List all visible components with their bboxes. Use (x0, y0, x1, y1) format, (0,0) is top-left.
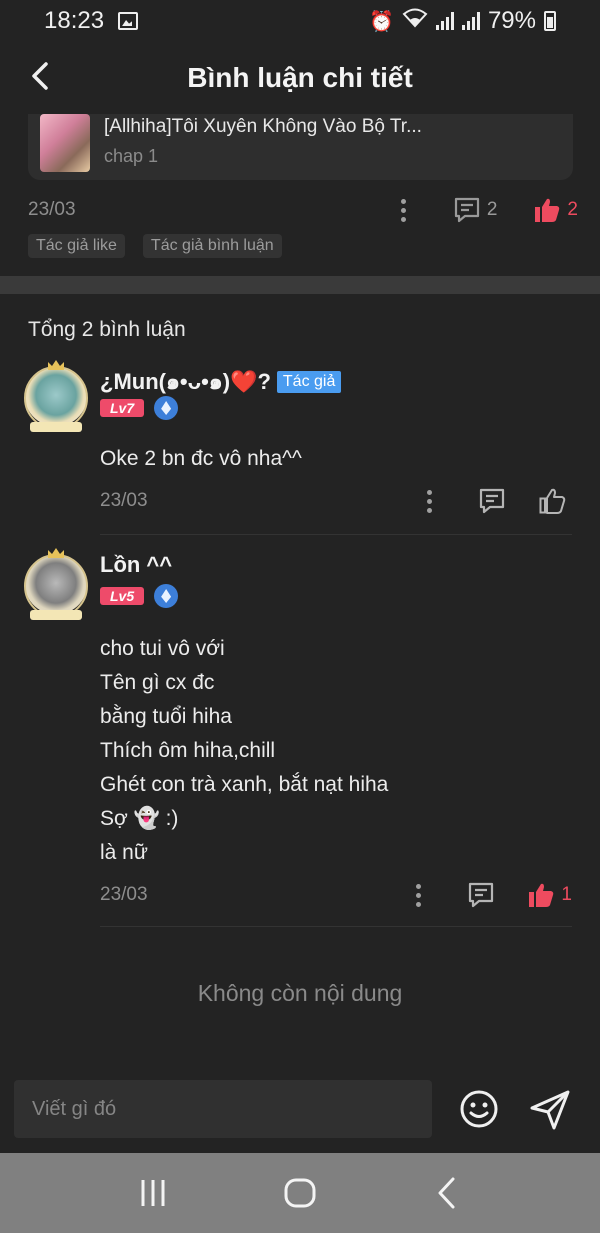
tag-author-comment: Tác giả bình luận (142, 234, 282, 258)
comment-line: Tên gì cx đc (100, 671, 215, 694)
app-header: Bình luận chi tiết (0, 42, 600, 114)
comment-separator (100, 534, 572, 535)
comment-line: Thích ôm hiha,chill (100, 739, 276, 762)
comment-icon (479, 488, 505, 514)
story-card[interactable]: [Allhiha]Tôi Xuyên Không Vào Bộ Tr... ch… (28, 114, 573, 180)
comment-date: 23/03 (100, 884, 148, 905)
author-badge: Tác giả (276, 371, 342, 393)
diamond-icon (154, 396, 179, 420)
comment-icon (454, 197, 479, 223)
comment-count: 2 (486, 199, 498, 220)
recent-apps-icon (141, 1180, 165, 1206)
send-icon (530, 1090, 570, 1130)
comment-input[interactable] (14, 1080, 432, 1138)
system-back-button[interactable] (417, 1163, 477, 1223)
comment-composer (0, 1072, 600, 1152)
avatar-frame-banner (30, 610, 82, 620)
home-button[interactable] (270, 1163, 330, 1223)
battery-icon (544, 11, 556, 31)
comment-author-name: ¿Mun(๑•ᴗ•๑)❤️? (100, 369, 271, 394)
avatar[interactable] (24, 548, 88, 620)
more-options-button[interactable] (389, 195, 419, 225)
wifi-icon (402, 8, 428, 34)
status-time: 18:23 (44, 7, 105, 34)
thumbs-up-icon (529, 883, 554, 907)
comment-button[interactable]: 2 (453, 196, 498, 224)
comment-author[interactable]: Lồn ^^ (100, 552, 172, 578)
comment-author-name: Lồn ^^ (100, 552, 173, 577)
post-date: 23/03 (28, 199, 76, 220)
end-of-content: Không còn nội dung (197, 980, 403, 1006)
status-bar: 18:23 ⏰ 79% (0, 0, 600, 42)
signal-icon (435, 12, 454, 30)
avatar[interactable] (24, 360, 88, 432)
signal-icon (461, 12, 480, 30)
comment-icon (469, 882, 494, 908)
avatar-frame-crown (48, 360, 64, 370)
user-badges: Lv7 (100, 396, 179, 420)
thumbs-up-icon (539, 488, 566, 514)
comment-line: cho tui vô với (100, 637, 225, 660)
like-count: 1 (561, 884, 572, 905)
comment-line: là nữ (100, 841, 148, 864)
comment-line: Sợ 👻 :) (100, 807, 179, 830)
reply-button[interactable] (478, 487, 506, 515)
comment-meta: 23/03 1 (100, 880, 572, 910)
back-button[interactable] (20, 56, 60, 96)
avatar-frame-banner (30, 422, 82, 432)
image-icon (118, 12, 139, 30)
alarm-icon: ⏰ (369, 10, 394, 33)
status-icons: ⏰ 79% (369, 7, 556, 35)
tag-author-like: Tác giả like (28, 234, 125, 258)
like-button[interactable]: 1 (527, 881, 572, 909)
diamond-icon (154, 584, 179, 608)
battery-percent: 79% (487, 7, 536, 34)
chevron-left-icon (438, 1177, 455, 1209)
comment-separator (100, 926, 572, 927)
like-button[interactable]: 2 (533, 196, 578, 224)
more-options-button[interactable] (414, 486, 444, 516)
send-button[interactable] (528, 1088, 572, 1132)
comment-line: Ghét con trà xanh, bắt nạt hiha (100, 773, 389, 796)
home-icon (284, 1178, 316, 1208)
like-count: 2 (567, 199, 578, 220)
chevron-left-icon (32, 62, 48, 90)
recent-apps-button[interactable] (123, 1163, 183, 1223)
like-button[interactable] (538, 487, 572, 515)
level-badge: Lv5 (100, 587, 145, 605)
comment-line: bằng tuổi hiha (100, 705, 232, 728)
story-title: [Allhiha]Tôi Xuyên Không Vào Bộ Tr... (104, 116, 422, 137)
post-meta: 23/03 2 2 (28, 192, 578, 228)
comment-body: Oke 2 bn đc vô nha^^ (100, 442, 302, 476)
smiley-icon (460, 1090, 498, 1128)
comment-date: 23/03 (100, 490, 148, 511)
reply-button[interactable] (467, 881, 495, 909)
section-divider (0, 276, 600, 294)
system-nav-bar (0, 1153, 600, 1233)
user-badges: Lv5 (100, 584, 179, 608)
comment-author[interactable]: ¿Mun(๑•ᴗ•๑)❤️? Tác giả (100, 364, 342, 399)
comment-body: cho tui vô với Tên gì cx đc bằng tuổi hi… (100, 632, 388, 870)
story-chapter: chap 1 (104, 146, 159, 166)
comment-line: Oke 2 bn đc vô nha^^ (100, 447, 302, 470)
avatar-frame-crown (48, 548, 64, 558)
page-title: Bình luận chi tiết (187, 62, 413, 93)
post-tags: Tác giả like Tác giả bình luận (28, 234, 282, 258)
level-badge: Lv7 (100, 399, 145, 417)
more-options-button[interactable] (403, 880, 433, 910)
story-thumbnail (40, 114, 90, 172)
comment-meta: 23/03 (100, 486, 572, 516)
thumbs-up-icon (535, 198, 560, 222)
emoji-button[interactable] (458, 1088, 500, 1130)
comments-total: Tổng 2 bình luận (28, 318, 186, 341)
